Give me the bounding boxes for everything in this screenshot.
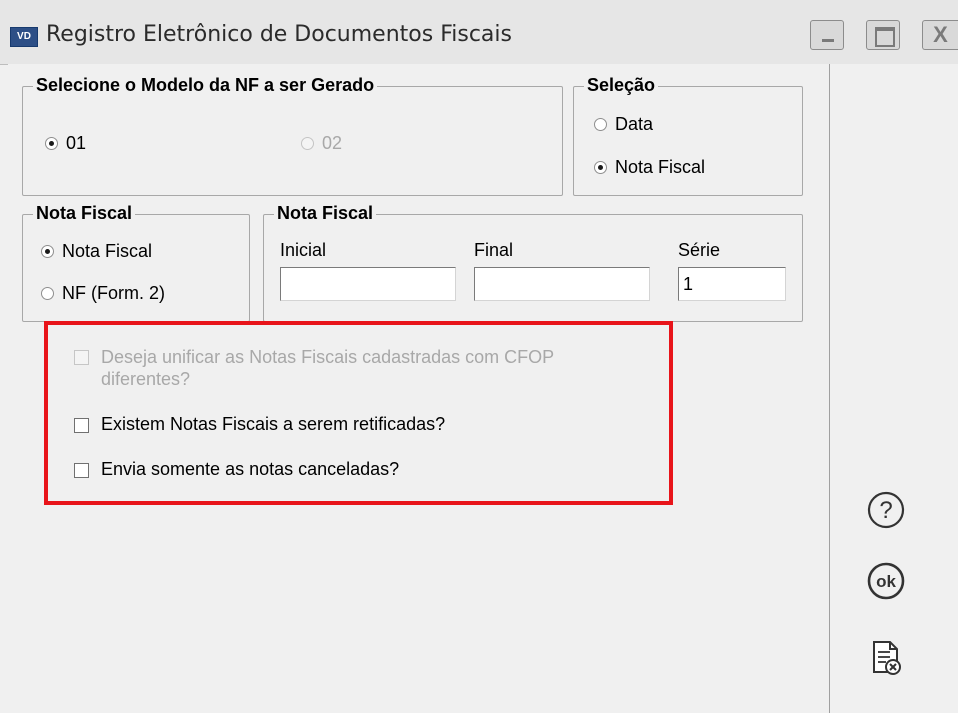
radio-indicator [45,137,58,150]
maximize-icon [867,21,899,49]
final-label: Final [474,240,514,260]
radio-modelo-01[interactable]: 01 [45,133,86,154]
ok-icon[interactable]: ok [866,561,906,601]
radio-nota-fiscal[interactable]: Nota Fiscal [41,241,152,262]
radio-label: Nota Fiscal [62,241,153,261]
nota-fiscal-type-title: Nota Fiscal [33,203,136,224]
app-icon: VD [10,27,38,47]
radio-indicator [594,118,607,131]
nota-fiscal-range-title: Nota Fiscal [274,203,377,224]
nota-fiscal-range-group: Nota Fiscal Inicial Final Série 1 [263,203,803,322]
radio-label: NF (Form. 2) [62,283,165,303]
ok-glyph: ok [876,572,896,591]
radio-indicator [41,245,54,258]
highlight-annotation [44,321,673,505]
inicial-input[interactable] [280,267,456,301]
minimize-button[interactable] [810,20,844,50]
maximize-button[interactable] [866,20,900,50]
close-icon: X [933,22,948,47]
help-glyph: ? [879,497,892,524]
radio-label: Nota Fiscal [615,157,706,177]
radio-modelo-02[interactable]: 02 [301,133,342,154]
title-bar[interactable]: VD Registro Eletrônico de Documentos Fis… [0,0,958,65]
selecao-group-title: Seleção [584,75,659,96]
radio-selecao-nota-fiscal[interactable]: Nota Fiscal [594,157,705,178]
action-panel: ? ok [829,64,958,713]
selecao-group: Seleção Data Nota Fiscal [573,75,803,196]
radio-indicator [41,287,54,300]
main-window: VD Registro Eletrônico de Documentos Fis… [0,0,958,713]
radio-label: 02 [322,133,343,153]
radio-indicator [301,137,314,150]
final-input[interactable] [474,267,650,301]
help-icon[interactable]: ? [866,490,906,530]
radio-label: 01 [66,133,87,153]
modelo-group: Selecione o Modelo da NF a ser Gerado 01… [22,75,563,196]
serie-label: Série [678,240,721,260]
inicial-label: Inicial [280,240,327,260]
cancel-document-icon[interactable] [866,638,906,678]
close-button[interactable]: X [922,20,958,50]
serie-input[interactable]: 1 [678,267,786,301]
radio-label: Data [615,114,654,134]
modelo-group-title: Selecione o Modelo da NF a ser Gerado [33,75,378,96]
radio-nf-form-2[interactable]: NF (Form. 2) [41,283,165,304]
minimize-icon [811,21,843,49]
window-title: Registro Eletrônico de Documentos Fiscai… [46,22,512,47]
radio-indicator [594,161,607,174]
radio-selecao-data[interactable]: Data [594,114,653,135]
nota-fiscal-type-group: Nota Fiscal Nota Fiscal NF (Form. 2) [22,203,250,322]
